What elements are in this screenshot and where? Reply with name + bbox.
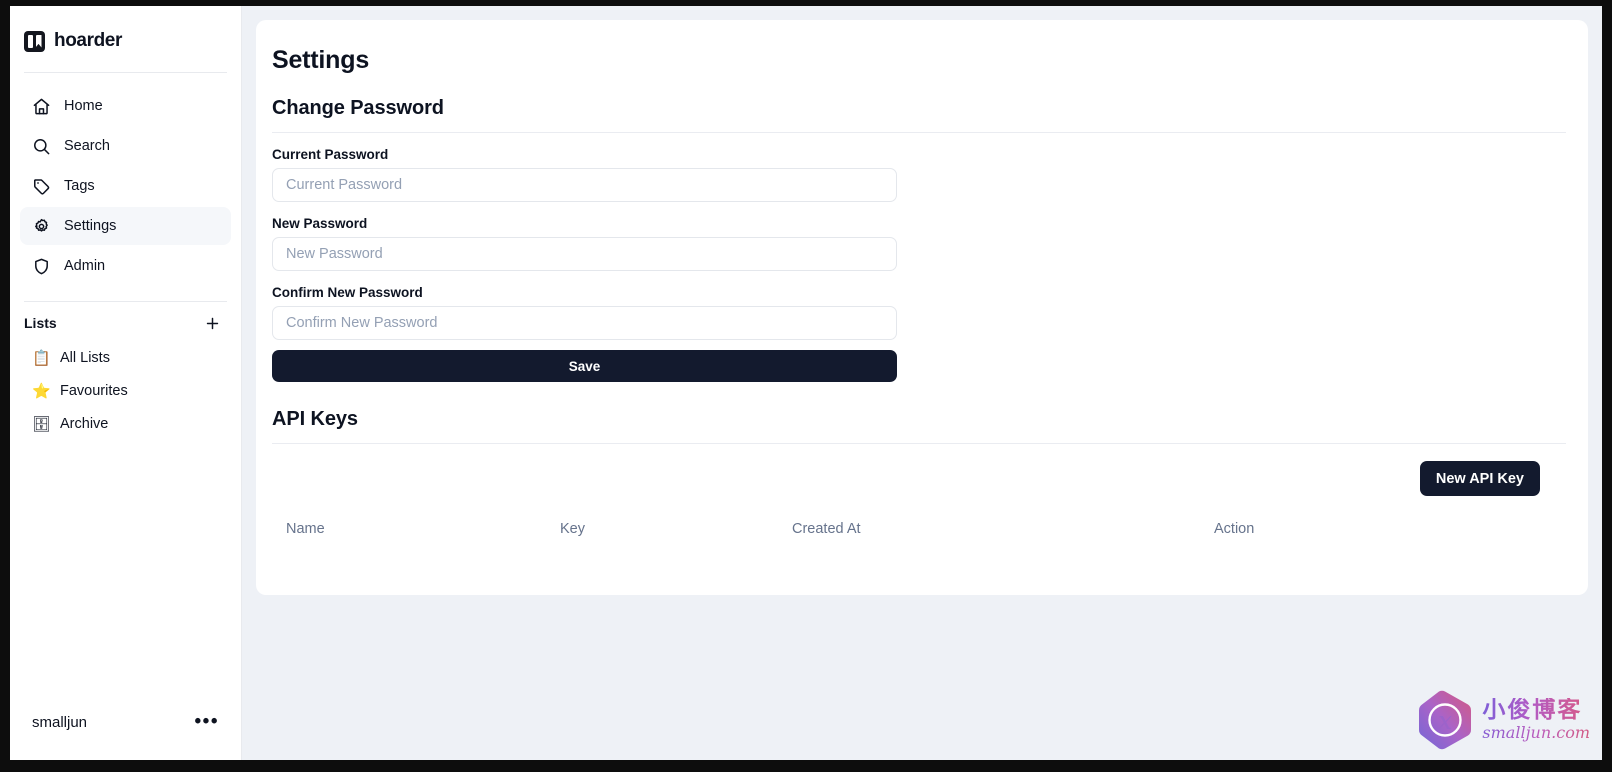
brand[interactable]: hoarder [10,6,241,58]
api-keys-table: Name Key Created At Action [272,521,1566,537]
settings-card: Settings Change Password Current Passwor… [256,20,1588,595]
search-icon [32,137,51,156]
new-api-key-toolbar: New API Key [272,461,1566,496]
archive-icon: 🗄 [32,415,52,433]
list-item-all-lists[interactable]: 📋 All Lists [20,342,231,374]
current-password-field-group: Current Password [272,147,1566,202]
change-password-section: Change Password Current Password New Pas… [272,97,1566,382]
confirm-password-input[interactable] [272,306,897,340]
current-password-input[interactable] [272,168,897,202]
hexagon-x-logo-icon: x [1419,690,1472,750]
current-password-label: Current Password [272,147,389,162]
column-header-name: Name [286,521,325,537]
sidebar-item-label: Tags [64,178,95,194]
new-password-field-group: New Password [272,216,1566,271]
lists-items: 📋 All Lists ⭐ Favourites 🗄 Archive [10,338,241,440]
ellipsis-icon[interactable]: ••• [195,712,219,732]
column-header-action: Action [1214,521,1255,537]
lists-title: Lists [24,315,57,331]
sidebar-item-label: Home [64,98,103,114]
list-item-label: All Lists [60,350,110,366]
column-header-key: Key [560,521,585,537]
hoarder-logo-icon [24,30,45,52]
home-icon [32,97,51,116]
main-content: Settings Change Password Current Passwor… [242,6,1602,760]
sidebar-item-settings[interactable]: Settings [20,207,231,245]
list-item-label: Favourites [60,383,128,399]
section-rule [272,443,1566,444]
sidebar: hoarder Home Search Tags Settings Admin … [10,6,242,760]
new-password-input[interactable] [272,237,897,271]
sidebar-item-tags[interactable]: Tags [20,167,231,205]
confirm-password-field-group: Confirm New Password [272,285,1566,340]
star-icon: ⭐ [32,382,51,400]
sidebar-item-label: Search [64,138,110,154]
clipboard-icon: 📋 [32,349,51,367]
sidebar-divider-lists [24,301,227,302]
watermark-texts: 小俊博客 smalljun.com [1482,697,1590,743]
watermark-url-text: smalljun.com [1482,723,1590,743]
brand-label: hoarder [54,30,122,51]
lists-header: Lists [10,308,241,338]
plus-icon[interactable] [201,312,223,334]
watermark: x 小俊博客 smalljun.com [1417,690,1590,750]
save-button[interactable]: Save [272,350,897,382]
api-keys-section: API Keys New API Key Name Key Created At… [272,408,1566,537]
table-header-row: Name Key Created At Action [272,521,1566,537]
user-menu[interactable]: smalljun ••• [10,694,241,750]
sidebar-item-admin[interactable]: Admin [20,247,231,285]
shield-icon [32,257,51,276]
sidebar-item-search[interactable]: Search [20,127,231,165]
primary-nav: Home Search Tags Settings Admin [10,73,241,285]
app-window: hoarder Home Search Tags Settings Admin … [10,6,1602,760]
svg-text:x: x [1438,706,1452,735]
gear-icon [32,217,51,236]
sidebar-item-label: Settings [64,218,117,234]
sidebar-item-home[interactable]: Home [20,87,231,125]
list-item-label: Archive [60,416,109,432]
sidebar-item-label: Admin [64,258,106,274]
list-item-archive[interactable]: 🗄 Archive [20,408,231,440]
api-keys-title: API Keys [272,408,358,430]
section-rule [272,132,1566,133]
column-header-created-at: Created At [792,521,861,537]
user-name: smalljun [32,713,88,731]
watermark-cn-text: 小俊博客 [1482,697,1590,723]
confirm-password-label: Confirm New Password [272,285,423,300]
page-title: Settings [272,46,370,74]
list-item-favourites[interactable]: ⭐ Favourites [20,375,231,407]
new-password-label: New Password [272,216,368,231]
change-password-title: Change Password [272,97,444,119]
tag-icon [32,177,51,196]
new-api-key-button[interactable]: New API Key [1419,461,1540,496]
